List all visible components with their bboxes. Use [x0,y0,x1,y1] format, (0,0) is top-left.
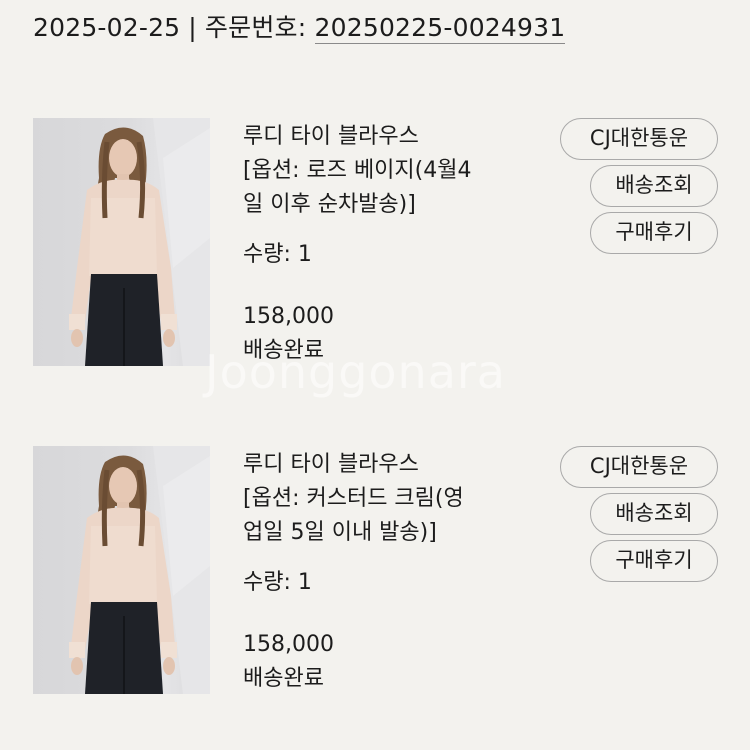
item-actions: CJ대한통운 배송조회 구매후기 [560,118,718,259]
product-option-line-1: [옵션: 커스터드 크림(영 [243,486,464,511]
product-image[interactable] [33,446,210,694]
order-number-label: 주문번호: [204,13,307,42]
write-review-button[interactable]: 구매후기 [590,212,718,254]
product-info: 루디 타이 블라우스 [옵션: 로즈 베이지(4월4 일 이후 순차발송)] 수… [243,118,543,368]
product-title[interactable]: 루디 타이 블라우스 [243,448,543,482]
write-review-button[interactable]: 구매후기 [590,540,718,582]
order-number-link[interactable]: 20250225-0024931 [314,13,566,44]
product-price: 158,000 [243,632,334,657]
header-separator: | [188,13,197,42]
order-item: 루디 타이 블라우스 [옵션: 커스터드 크림(영 업일 5일 이내 발송)] … [0,446,750,716]
delivery-status: 배송완료 [243,666,324,691]
product-quantity: 수량: 1 [243,570,312,595]
carrier-button[interactable]: CJ대한통운 [560,118,718,160]
product-image[interactable] [33,118,210,366]
delivery-status: 배송완료 [243,338,324,363]
track-delivery-button[interactable]: 배송조회 [590,165,718,207]
product-option-line-2: 일 이후 순차발송)] [243,192,416,217]
carrier-button[interactable]: CJ대한통운 [560,446,718,488]
track-delivery-button[interactable]: 배송조회 [590,493,718,535]
product-quantity: 수량: 1 [243,242,312,267]
item-actions: CJ대한통운 배송조회 구매후기 [560,446,718,587]
order-date: 2025-02-25 [33,13,181,42]
order-item: 루디 타이 블라우스 [옵션: 로즈 베이지(4월4 일 이후 순차발송)] 수… [0,118,750,388]
product-info: 루디 타이 블라우스 [옵션: 커스터드 크림(영 업일 5일 이내 발송)] … [243,446,543,696]
order-header: 2025-02-25 | 주문번호: 20250225-0024931 [33,10,566,46]
product-title[interactable]: 루디 타이 블라우스 [243,120,543,154]
product-option-line-1: [옵션: 로즈 베이지(4월4 [243,158,472,183]
product-option-line-2: 업일 5일 이내 발송)] [243,520,437,545]
product-price: 158,000 [243,304,334,329]
